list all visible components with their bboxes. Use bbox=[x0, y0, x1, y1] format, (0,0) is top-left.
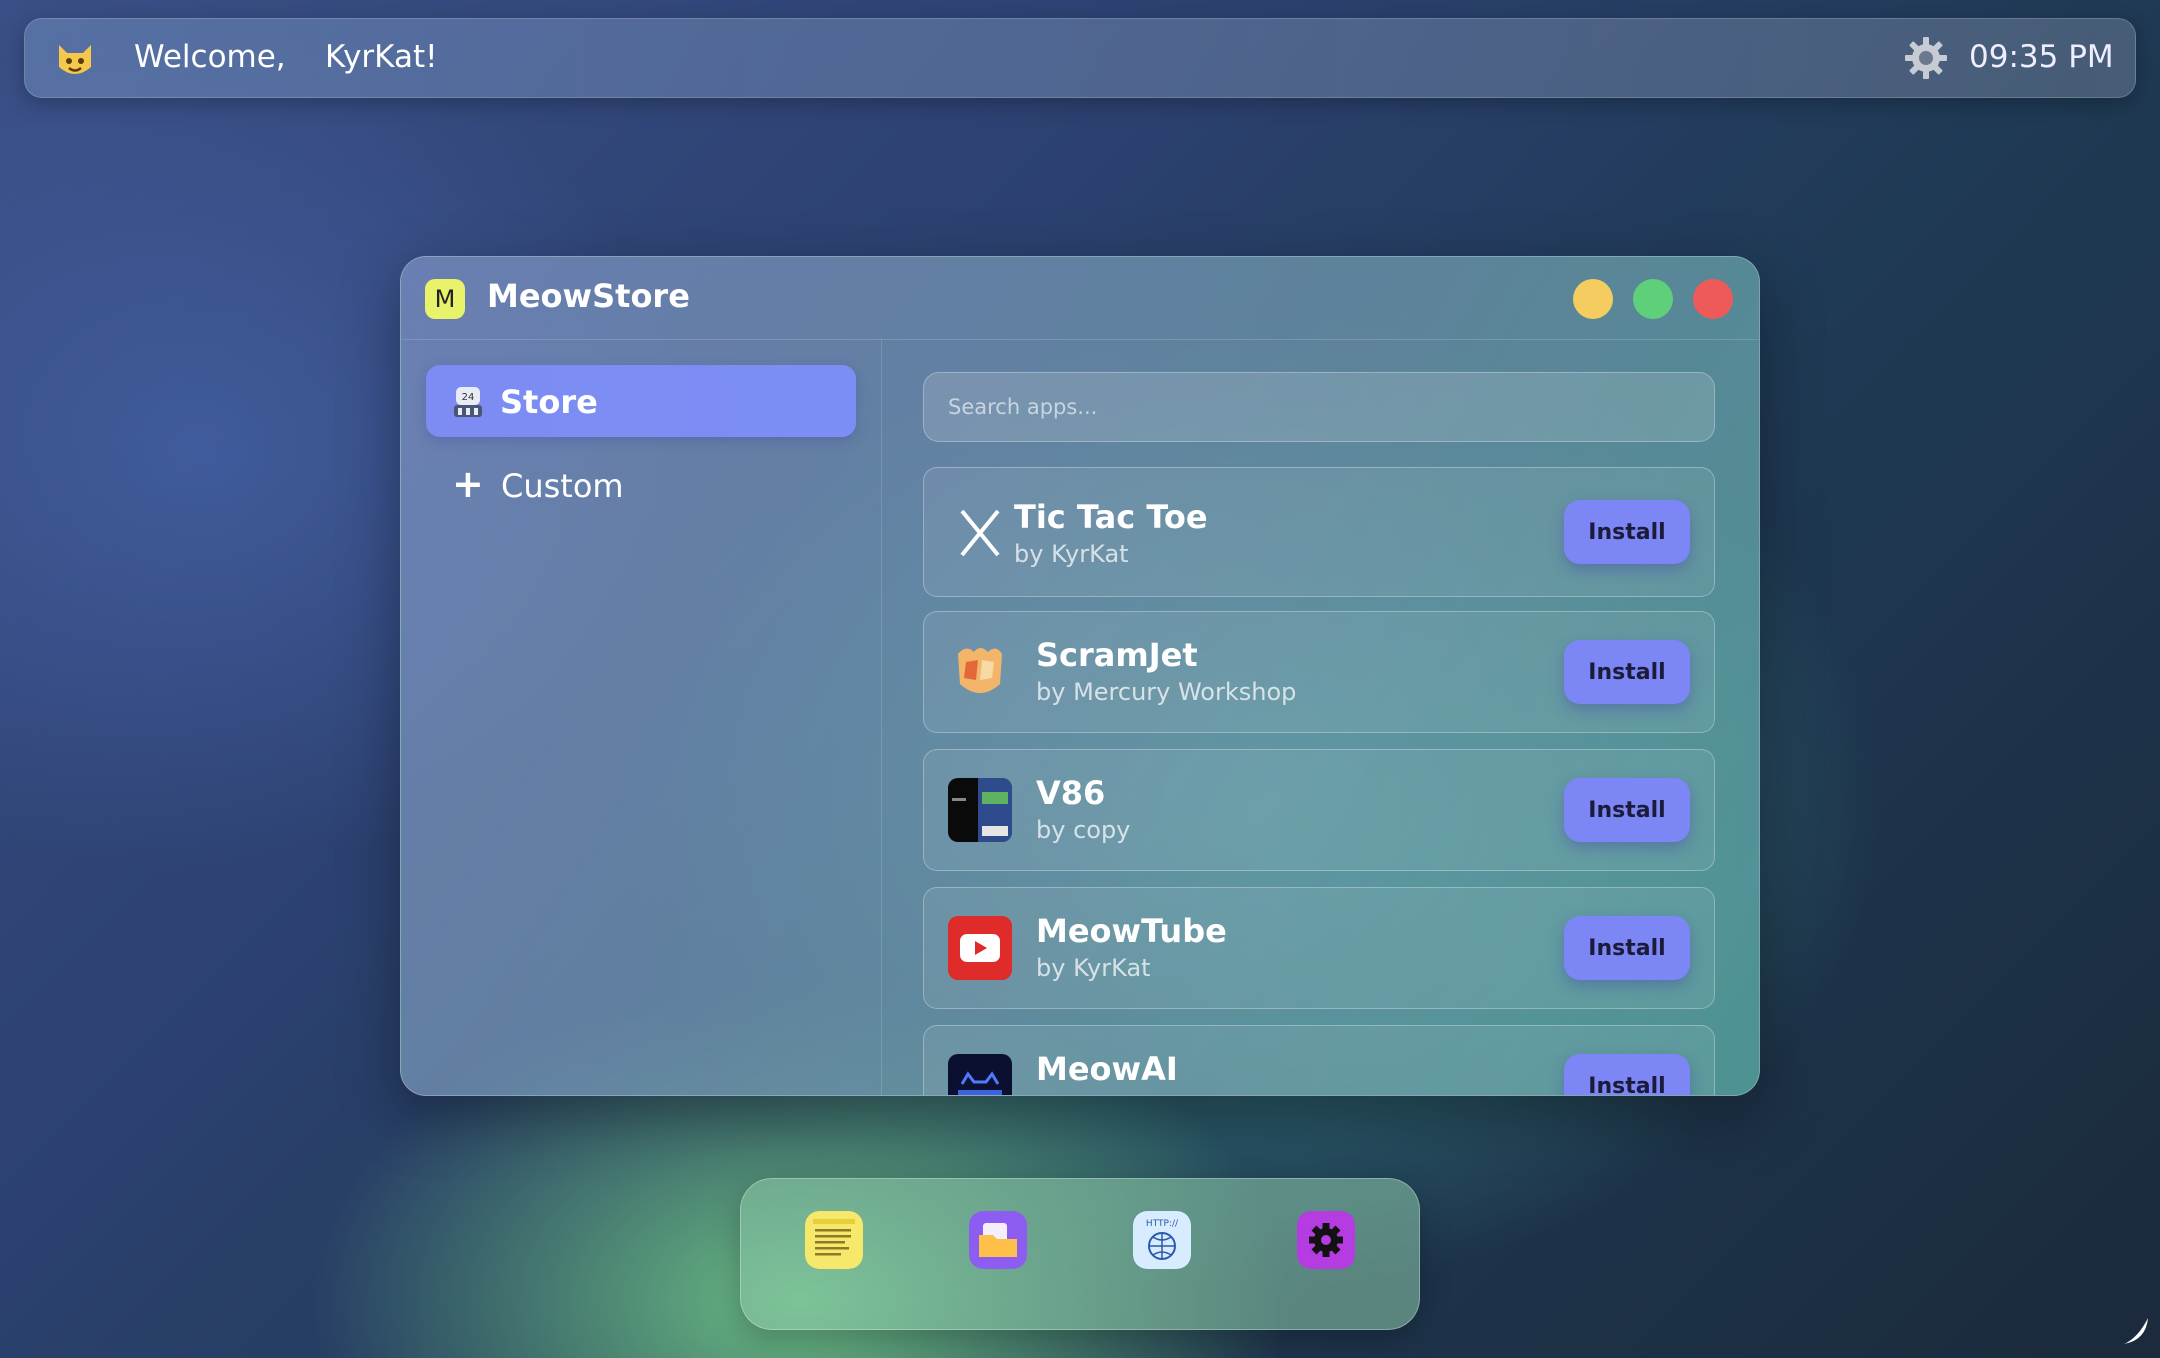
app-card-meowtube: MeowTube by KyrKat Install bbox=[923, 887, 1715, 1009]
app-name: MeowTube bbox=[1036, 912, 1227, 950]
dock: HTTP:// bbox=[740, 1178, 1420, 1330]
install-button[interactable]: Install bbox=[1564, 1054, 1690, 1095]
browser-icon[interactable]: HTTP:// bbox=[1133, 1211, 1191, 1269]
settings-gear-icon[interactable] bbox=[1903, 35, 1949, 81]
sidebar: 24 Store + Custom bbox=[401, 339, 882, 1095]
notes-icon[interactable] bbox=[805, 1211, 863, 1269]
meowai-icon bbox=[948, 1054, 1012, 1095]
app-author: by Mercury Workshop bbox=[1036, 678, 1297, 706]
window-titlebar[interactable]: M MeowStore bbox=[401, 257, 1759, 340]
app-name: ScramJet bbox=[1036, 636, 1198, 674]
plus-icon: + bbox=[452, 462, 484, 506]
app-card-tic-tac-toe: Tic Tac Toe by KyrKat Install bbox=[923, 467, 1715, 597]
meowstore-window: M MeowStore 24 Store + Custom Search app… bbox=[400, 256, 1760, 1096]
x-letter-icon bbox=[960, 509, 1000, 557]
moon-icon[interactable] bbox=[2118, 1314, 2152, 1348]
username-text: KyrKat! bbox=[325, 39, 438, 75]
app-card-v86: V86 by copy Install bbox=[923, 749, 1715, 871]
maximize-button[interactable] bbox=[1633, 279, 1673, 319]
app-author: by KyrKat bbox=[1036, 954, 1151, 982]
install-button[interactable]: Install bbox=[1564, 778, 1690, 842]
close-button[interactable] bbox=[1693, 279, 1733, 319]
files-icon[interactable] bbox=[969, 1211, 1027, 1269]
install-button[interactable]: Install bbox=[1564, 500, 1690, 564]
store-robot-icon: 24 bbox=[454, 387, 482, 417]
app-name: V86 bbox=[1036, 774, 1106, 812]
app-card-scramjet: ScramJet by Mercury Workshop Install bbox=[923, 611, 1715, 733]
app-author: by KyrKat bbox=[1014, 540, 1129, 568]
v86-terminal-icon bbox=[948, 778, 1012, 842]
sidebar-item-custom[interactable]: + Custom bbox=[426, 451, 856, 519]
install-button[interactable]: Install bbox=[1564, 640, 1690, 704]
minimize-button[interactable] bbox=[1573, 279, 1613, 319]
sidebar-item-label: Custom bbox=[501, 467, 624, 505]
search-input[interactable] bbox=[923, 372, 1715, 442]
sidebar-item-label: Store bbox=[500, 383, 598, 421]
install-button[interactable]: Install bbox=[1564, 916, 1690, 980]
app-card-meowai: MeowAI Install bbox=[923, 1025, 1715, 1095]
scramjet-icon bbox=[958, 648, 1002, 693]
welcome-text: Welcome, bbox=[134, 39, 286, 75]
svg-text:HTTP://: HTTP:// bbox=[1146, 1219, 1179, 1229]
youtube-play-icon bbox=[948, 916, 1012, 980]
app-name: MeowAI bbox=[1036, 1050, 1178, 1088]
app-author: by copy bbox=[1036, 816, 1131, 844]
app-name: Tic Tac Toe bbox=[1014, 498, 1208, 536]
top-bar: Welcome, KyrKat! 09:35 PM bbox=[24, 18, 2136, 98]
store-content: Tic Tac Toe by KyrKat Install ScramJet b… bbox=[881, 339, 1759, 1095]
sidebar-item-store[interactable]: 24 Store bbox=[426, 365, 856, 437]
svg-text:24: 24 bbox=[462, 392, 475, 403]
settings-icon[interactable] bbox=[1297, 1211, 1355, 1269]
cat-face-icon[interactable] bbox=[53, 37, 97, 81]
app-logo-icon: M bbox=[425, 279, 465, 319]
window-title: MeowStore bbox=[487, 277, 690, 315]
clock: 09:35 PM bbox=[1969, 39, 2114, 75]
